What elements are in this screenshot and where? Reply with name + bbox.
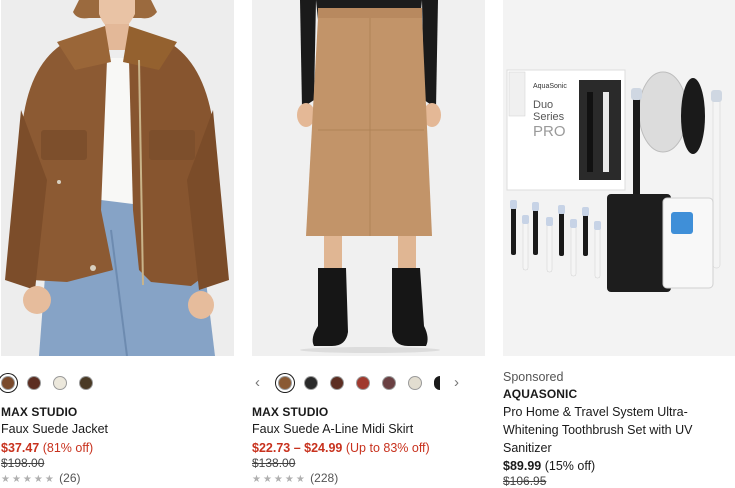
- star-rating-icon: ★★★★★: [1, 474, 56, 485]
- color-swatch[interactable]: [356, 376, 370, 390]
- sale-price: $22.73 – $24.99: [252, 441, 343, 455]
- jacket-photo: [1, 0, 234, 356]
- color-swatch[interactable]: [1, 376, 15, 390]
- color-swatch[interactable]: [330, 376, 344, 390]
- box-title-line3: PRO: [533, 123, 566, 140]
- product-brand[interactable]: MAX STUDIO: [252, 405, 485, 419]
- product-card-faux-suede-jacket[interactable]: MAX STUDIO Faux Suede Jacket $37.47 (81%…: [1, 0, 234, 485]
- review-count: (26): [59, 471, 81, 485]
- product-image-toothbrush[interactable]: AquaSonic Duo Series PRO: [503, 0, 735, 356]
- color-swatch[interactable]: [408, 376, 422, 390]
- sale-price: $89.99: [503, 459, 542, 473]
- product-title[interactable]: Faux Suede Jacket: [1, 421, 234, 438]
- price-row: $37.47 (81% off): [1, 440, 234, 457]
- price-row: $22.73 – $24.99 (Up to 83% off): [252, 440, 485, 457]
- star-rating-icon: ★★★★★: [252, 474, 307, 485]
- product-title[interactable]: Faux Suede A-Line Midi Skirt: [252, 421, 485, 438]
- product-brand[interactable]: MAX STUDIO: [1, 405, 234, 419]
- original-price: $138.00: [252, 456, 296, 470]
- sale-price: $37.47: [1, 441, 40, 455]
- product-card-faux-suede-skirt[interactable]: ‹ › MAX STUDIO Faux Suede A-Line Midi Sk…: [252, 0, 485, 485]
- discount-label: (15% off): [544, 459, 596, 473]
- color-swatch[interactable]: [53, 376, 67, 390]
- color-swatches: ‹ ›: [255, 374, 459, 392]
- price-row: $89.99 (15% off): [503, 458, 735, 475]
- original-price: $198.00: [1, 456, 45, 470]
- toothbrush-set-photo: AquaSonic Duo Series PRO: [503, 0, 735, 356]
- color-swatch[interactable]: [304, 376, 318, 390]
- swatch-next-icon[interactable]: ›: [454, 375, 459, 390]
- color-swatch[interactable]: [27, 376, 41, 390]
- rating[interactable]: ★★★★★ (26): [1, 471, 234, 487]
- product-image-skirt[interactable]: [252, 0, 485, 356]
- product-card-aquasonic-toothbrush[interactable]: AquaSonic Duo Series PRO Sponsored AQUAS…: [503, 0, 735, 488]
- product-info: Sponsored AQUASONIC Pro Home & Travel Sy…: [503, 370, 735, 488]
- product-info: MAX STUDIO Faux Suede A-Line Midi Skirt …: [252, 405, 485, 487]
- product-title[interactable]: Pro Home & Travel System Ultra-Whitening…: [503, 403, 735, 457]
- color-swatches: [1, 374, 105, 392]
- sponsored-label: Sponsored: [503, 370, 564, 384]
- skirt-photo: [252, 0, 485, 356]
- rating[interactable]: ★★★★★ (228): [252, 471, 485, 487]
- review-count: (228): [310, 471, 339, 485]
- box-brand-text: AquaSonic: [533, 83, 567, 90]
- product-image-jacket[interactable]: [1, 0, 234, 356]
- product-brand[interactable]: AQUASONIC: [503, 387, 735, 401]
- color-swatch[interactable]: [278, 376, 292, 390]
- color-swatch[interactable]: [382, 376, 396, 390]
- box-title-line1: Duo: [533, 99, 553, 111]
- color-swatch-partial[interactable]: [434, 376, 440, 390]
- box-title-line2: Series: [533, 111, 565, 123]
- discount-label: (Up to 83% off): [345, 441, 430, 455]
- discount-label: (81% off): [42, 441, 94, 455]
- swatch-prev-icon[interactable]: ‹: [255, 375, 260, 390]
- product-info: MAX STUDIO Faux Suede Jacket $37.47 (81%…: [1, 405, 234, 487]
- color-swatch[interactable]: [79, 376, 93, 390]
